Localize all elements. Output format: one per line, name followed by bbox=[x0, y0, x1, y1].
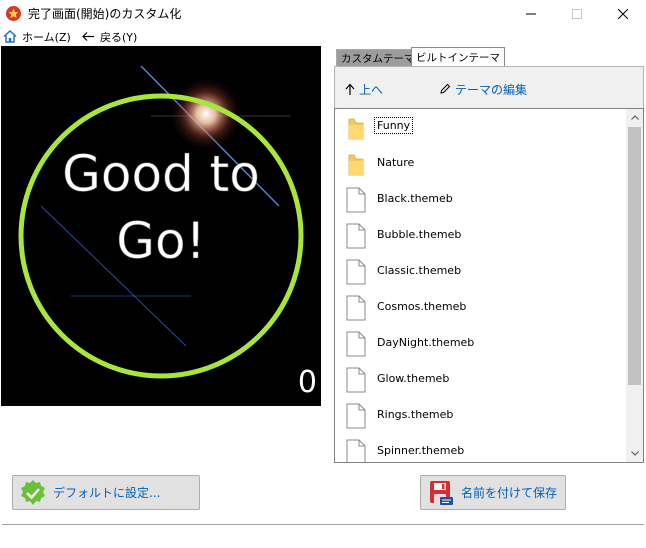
folder-icon bbox=[348, 118, 364, 140]
file-icon bbox=[345, 331, 367, 357]
list-item[interactable]: Funny bbox=[335, 109, 625, 145]
scroll-thumb[interactable] bbox=[628, 127, 641, 385]
file-icon bbox=[345, 367, 367, 393]
status-bar bbox=[2, 524, 644, 546]
maximize-button[interactable] bbox=[554, 0, 600, 27]
close-icon bbox=[618, 8, 628, 19]
list-item[interactable]: Classic.themeb bbox=[335, 253, 625, 289]
edit-theme-button[interactable]: テーマの編集 bbox=[439, 80, 527, 98]
list-item-name: Spinner.themeb bbox=[377, 444, 465, 457]
file-icon bbox=[345, 259, 367, 285]
tab-builtin-themes[interactable]: ビルトインテーマ bbox=[411, 47, 505, 67]
list-item-name: Funny bbox=[373, 117, 414, 134]
list-item-name: Cosmos.themeb bbox=[377, 300, 467, 313]
set-default-label: デフォルトに設定... bbox=[53, 486, 161, 500]
preview-message-line2: Go! bbox=[116, 212, 205, 270]
list-item[interactable]: Black.themeb bbox=[335, 181, 625, 217]
list-item-name: Rings.themeb bbox=[377, 408, 454, 421]
menu-back[interactable]: 戻る(Y) bbox=[82, 28, 137, 45]
theme-preview: Good to Go! 0 bbox=[1, 46, 321, 406]
arrow-left-icon bbox=[82, 32, 94, 41]
scroll-down-button[interactable] bbox=[626, 445, 643, 462]
pencil-icon bbox=[440, 83, 451, 94]
chevron-up-icon bbox=[630, 115, 639, 120]
list-item-name: Black.themeb bbox=[377, 192, 453, 205]
theme-toolbar: 上へ テーマの編集 bbox=[334, 66, 644, 108]
minimize-button[interactable] bbox=[508, 0, 554, 27]
save-as-button[interactable]: 名前を付けて保存 bbox=[420, 475, 566, 510]
file-icon bbox=[346, 259, 366, 285]
maximize-icon bbox=[572, 8, 582, 19]
preview-graphic: Good to Go! bbox=[18, 65, 304, 379]
file-icon bbox=[346, 403, 366, 429]
edit-theme-label: テーマの編集 bbox=[455, 82, 528, 97]
file-icon bbox=[345, 187, 367, 213]
file-icon bbox=[346, 187, 366, 213]
window-title: 完了画面(開始)のカスタム化 bbox=[28, 7, 182, 21]
list-item[interactable]: Nature bbox=[335, 145, 625, 181]
theme-file-list[interactable]: Funny Nature Black.themeb Bubble.themeb Clas… bbox=[334, 108, 644, 463]
list-item-name: Glow.themeb bbox=[377, 372, 450, 385]
preview-counter: 0 bbox=[297, 365, 317, 400]
set-default-button[interactable]: デフォルトに設定... bbox=[12, 475, 200, 510]
file-icon bbox=[345, 223, 367, 249]
theme-tabs: カスタムテーマ ビルトインテーマ bbox=[336, 47, 505, 67]
file-icon bbox=[345, 403, 367, 429]
folder-icon bbox=[345, 115, 367, 141]
menu-bar: ホーム(Z) 戻る(Y) bbox=[0, 27, 646, 46]
save-as-label: 名前を付けて保存 bbox=[461, 486, 558, 500]
list-item-name: DayNight.themeb bbox=[377, 336, 475, 349]
file-icon bbox=[346, 223, 366, 249]
file-icon bbox=[346, 439, 366, 462]
list-item[interactable]: Rings.themeb bbox=[335, 397, 625, 433]
minimize-icon bbox=[526, 13, 536, 14]
list-item[interactable]: Glow.themeb bbox=[335, 361, 625, 397]
file-icon bbox=[346, 367, 366, 393]
list-item-name: Nature bbox=[377, 156, 415, 169]
scroll-up-button[interactable] bbox=[626, 109, 643, 126]
file-icon bbox=[345, 439, 367, 462]
list-item-name: Classic.themeb bbox=[377, 264, 462, 277]
up-button[interactable]: 上へ bbox=[345, 80, 383, 98]
home-icon bbox=[3, 30, 17, 43]
list-item-name: Bubble.themeb bbox=[377, 228, 462, 241]
title-bar: 完了画面(開始)のカスタム化 bbox=[0, 0, 646, 27]
file-icon bbox=[345, 295, 367, 321]
check-badge-icon bbox=[21, 479, 45, 505]
app-icon bbox=[6, 6, 21, 21]
close-button[interactable] bbox=[600, 0, 646, 27]
arrow-up-icon bbox=[345, 83, 355, 95]
vertical-scrollbar[interactable] bbox=[626, 109, 643, 462]
preview-message-line1: Good to bbox=[62, 145, 260, 203]
list-item[interactable]: Spinner.themeb bbox=[335, 433, 625, 462]
up-button-label: 上へ bbox=[359, 82, 384, 97]
file-icon bbox=[346, 295, 366, 321]
folder-icon bbox=[348, 154, 364, 176]
tab-custom-themes[interactable]: カスタムテーマ bbox=[336, 49, 420, 67]
list-item[interactable]: DayNight.themeb bbox=[335, 325, 625, 361]
menu-back-label: 戻る(Y) bbox=[100, 30, 138, 44]
menu-home[interactable]: ホーム(Z) bbox=[3, 28, 71, 45]
menu-home-label: ホーム(Z) bbox=[22, 30, 71, 44]
save-pdf-icon bbox=[430, 480, 453, 505]
list-item[interactable]: Bubble.themeb bbox=[335, 217, 625, 253]
chevron-down-icon bbox=[630, 451, 639, 456]
list-item[interactable]: Cosmos.themeb bbox=[335, 289, 625, 325]
file-icon bbox=[346, 331, 366, 357]
folder-icon bbox=[345, 151, 367, 177]
